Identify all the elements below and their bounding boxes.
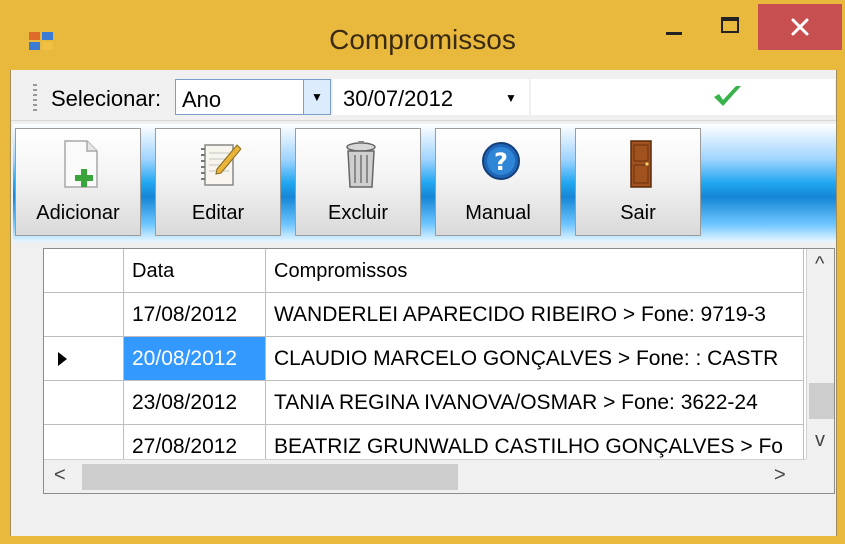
chevron-down-icon[interactable]: ▼ xyxy=(505,91,517,105)
add-button-label: Adicionar xyxy=(36,202,120,224)
exit-button-label: Sair xyxy=(620,202,656,224)
notepad-pencil-icon xyxy=(201,144,241,186)
scroll-down-icon[interactable]: v xyxy=(815,429,825,452)
title-bar[interactable]: Compromissos xyxy=(0,0,845,70)
row-header[interactable] xyxy=(44,381,124,425)
date-picker[interactable]: 30/07/2012 ▼ xyxy=(333,79,529,115)
table-row[interactable]: 20/08/2012 CLAUDIO MARCELO GONÇALVES > F… xyxy=(44,337,804,381)
maximize-icon xyxy=(721,17,739,33)
period-value: Ano xyxy=(182,87,222,112)
edit-button[interactable]: Editar xyxy=(155,128,281,236)
add-button[interactable]: Adicionar xyxy=(15,128,141,236)
date-cell[interactable]: 20/08/2012 xyxy=(124,337,266,381)
delete-button[interactable]: Excluir xyxy=(295,128,421,236)
table-row[interactable]: 17/08/2012 WANDERLEI APARECIDO RIBEIRO >… xyxy=(44,293,804,337)
delete-button-label: Excluir xyxy=(327,202,388,224)
filter-toolstrip: Selecionar: Ano ▼ 30/07/2012 ▼ xyxy=(11,74,836,121)
column-header-appointments[interactable]: Compromissos xyxy=(266,249,804,293)
close-button[interactable] xyxy=(758,4,842,50)
scroll-right-icon[interactable]: > xyxy=(774,464,786,487)
current-row-indicator-icon xyxy=(58,352,67,366)
table-row[interactable]: 23/08/2012 TANIA REGINA IVANOVA/OSMAR > … xyxy=(44,381,804,425)
scroll-up-icon[interactable]: ^ xyxy=(815,253,824,276)
appointments-grid[interactable]: Data Compromissos 17/08/2012 WANDERLEI A… xyxy=(43,248,835,494)
row-header-corner[interactable] xyxy=(44,249,124,293)
select-label: Selecionar: xyxy=(51,86,162,111)
checkmark-icon[interactable] xyxy=(711,82,743,110)
blank-field xyxy=(531,79,835,115)
svg-text:?: ? xyxy=(494,148,508,176)
vertical-scrollbar[interactable]: ^ v xyxy=(806,249,834,459)
period-combobox[interactable]: Ano ▼ xyxy=(175,79,331,115)
date-cell[interactable]: 23/08/2012 xyxy=(124,381,266,425)
appointment-cell[interactable]: TANIA REGINA IVANOVA/OSMAR > Fone: 3622-… xyxy=(266,381,804,425)
help-icon: ? xyxy=(482,142,520,180)
scrollbar-corner xyxy=(806,459,834,493)
app-window: Compromissos Selecionar: Ano ▼ 30/07/201… xyxy=(0,0,845,544)
client-area: Selecionar: Ano ▼ 30/07/2012 ▼ Adicionar… xyxy=(10,70,837,536)
row-header[interactable] xyxy=(44,337,124,381)
appointment-cell[interactable]: CLAUDIO MARCELO GONÇALVES > Fone: : CAST… xyxy=(266,337,804,381)
vertical-scroll-thumb[interactable] xyxy=(809,383,834,419)
edit-button-label: Editar xyxy=(191,202,245,224)
row-header[interactable] xyxy=(44,293,124,337)
manual-button-label: Manual xyxy=(465,202,531,224)
door-icon xyxy=(630,140,652,188)
trash-can-icon xyxy=(346,141,376,188)
horizontal-scroll-thumb[interactable] xyxy=(82,464,458,490)
column-header-date[interactable]: Data xyxy=(124,249,266,293)
date-cell[interactable]: 17/08/2012 xyxy=(124,293,266,337)
minimize-button[interactable] xyxy=(646,4,702,50)
maximize-button[interactable] xyxy=(702,4,758,50)
date-value: 30/07/2012 xyxy=(343,86,454,111)
action-toolbar: Adicionar Editar Excluir ? Manual Sair xyxy=(13,124,836,242)
manual-button[interactable]: ? Manual xyxy=(435,128,561,236)
toolstrip-grip[interactable] xyxy=(33,84,37,112)
header-row: Data Compromissos xyxy=(44,249,804,293)
minimize-icon xyxy=(666,32,682,35)
scroll-left-icon[interactable]: < xyxy=(54,464,66,487)
add-document-icon xyxy=(64,140,98,188)
close-icon xyxy=(791,18,809,36)
appointment-cell[interactable]: WANDERLEI APARECIDO RIBEIRO > Fone: 9719… xyxy=(266,293,804,337)
exit-button[interactable]: Sair xyxy=(575,128,701,236)
horizontal-scrollbar[interactable]: < > xyxy=(44,459,806,493)
chevron-down-icon[interactable]: ▼ xyxy=(303,80,330,114)
